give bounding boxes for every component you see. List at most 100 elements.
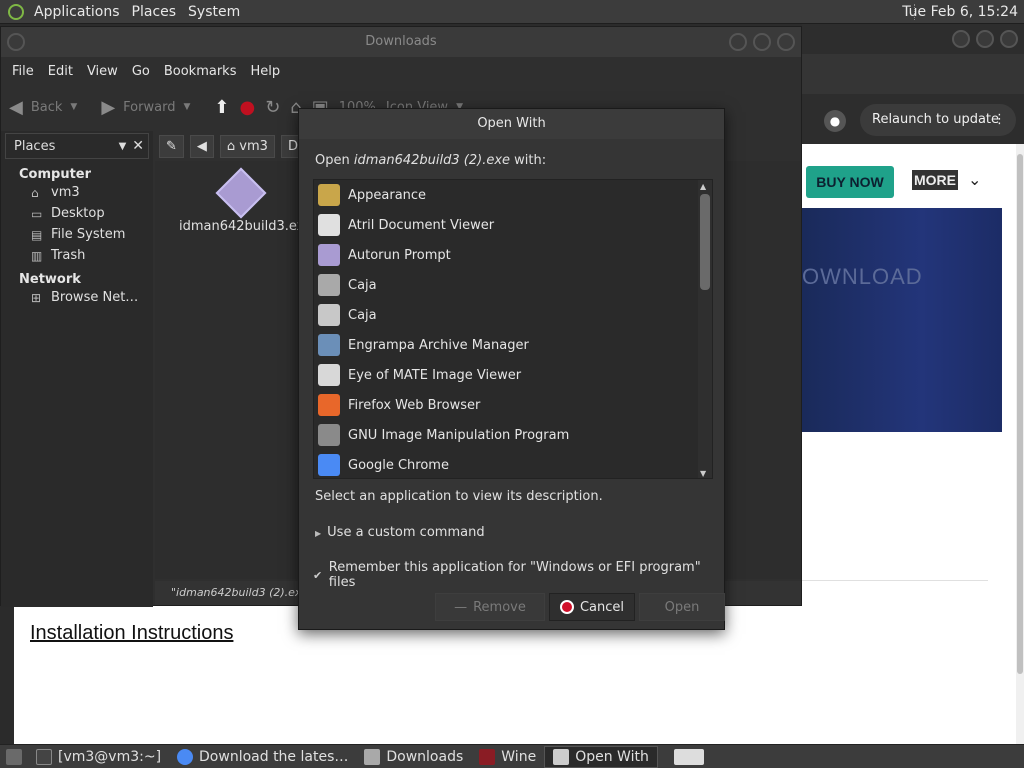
task-open-with[interactable]: Open With	[544, 745, 658, 768]
forward-button[interactable]: ▶ Forward ▼	[101, 97, 190, 118]
scrollbar-thumb[interactable]	[700, 194, 710, 290]
app-list-item[interactable]: Engrampa Archive Manager	[314, 330, 712, 360]
executable-file-icon	[215, 167, 267, 219]
maximize-button[interactable]	[976, 30, 994, 48]
path-bar: ✎ ◀ ⌂ vm3 Do	[159, 131, 313, 161]
desktop-folder-icon: ▭	[31, 206, 43, 221]
minimize-button[interactable]	[729, 33, 747, 51]
menu-bookmarks[interactable]: Bookmarks	[157, 64, 244, 79]
menu-places[interactable]: Places	[128, 4, 185, 20]
dialog-buttons: — Remove Cancel Open	[435, 593, 725, 621]
list-scrollbar[interactable]: ▲ ▼	[698, 180, 712, 478]
browser-window: ● Relaunch to update ⋮ BUY NOW MORE ⌄ OW…	[802, 24, 1024, 744]
minimize-button[interactable]	[952, 30, 970, 48]
profile-avatar-icon[interactable]: ●	[824, 110, 846, 132]
workspace-switcher[interactable]	[666, 746, 712, 768]
open-button[interactable]: Open	[639, 593, 725, 621]
app-name: Caja	[348, 307, 377, 323]
buy-now-button[interactable]: BUY NOW	[806, 166, 894, 198]
clock[interactable]: Tue Feb 6, 15:24	[902, 4, 1018, 20]
up-button[interactable]: ⬆	[214, 97, 229, 118]
dialog-icon	[553, 748, 570, 765]
window-menu-button[interactable]	[7, 33, 25, 51]
app-list-item[interactable]: Firefox Web Browser	[314, 390, 712, 420]
relaunch-button[interactable]: Relaunch to update ⋮	[860, 104, 1016, 136]
fm-menubar: File Edit View Go Bookmarks Help	[1, 57, 801, 85]
cancel-button[interactable]: Cancel	[549, 593, 635, 621]
trash-icon: ▥	[31, 248, 43, 263]
dialog-title[interactable]: Open With	[299, 109, 724, 139]
edit-location-button[interactable]: ✎	[159, 134, 184, 158]
archive-icon	[318, 334, 340, 356]
scroll-down-arrow-icon[interactable]: ▼	[700, 469, 706, 478]
file-cabinet-icon	[318, 304, 340, 326]
path-home-button[interactable]: ⌂ vm3	[219, 134, 275, 158]
path-left-arrow-icon[interactable]: ◀	[189, 134, 214, 158]
menu-applications[interactable]: Applications	[30, 4, 128, 20]
app-list-item[interactable]: Atril Document Viewer	[314, 210, 712, 240]
app-name: Eye of MATE Image Viewer	[348, 367, 522, 383]
reload-button[interactable]: ↻	[265, 97, 280, 118]
places-sidebar: Places ▼ ✕ Computer ⌂ vm3 ▭ Desktop ▤ File …	[1, 131, 153, 607]
network-icon: ⊞	[31, 290, 42, 305]
more-menu[interactable]: MORE	[912, 170, 958, 190]
application-list[interactable]: Appearance Atril Document Viewer Autorun P…	[313, 179, 713, 479]
close-sidebar-icon[interactable]: ✕	[132, 138, 144, 154]
task-terminal[interactable]: [vm3@vm3:~]	[28, 746, 169, 768]
menu-view[interactable]: View	[80, 64, 125, 79]
wine-icon	[479, 748, 496, 765]
app-list-item[interactable]: GNU Image Manipulation Program	[314, 420, 712, 450]
desktop-icon	[6, 748, 22, 765]
menu-go[interactable]: Go	[125, 64, 157, 79]
fm-titlebar[interactable]: Downloads	[1, 27, 801, 57]
chrome-icon	[318, 454, 340, 476]
app-list-item[interactable]: Eye of MATE Image Viewer	[314, 360, 712, 390]
sidebar-item-desktop[interactable]: ▭ Desktop	[1, 203, 153, 224]
maximize-button[interactable]	[753, 33, 771, 51]
back-button[interactable]: ◀ Back ▼	[9, 97, 77, 118]
kebab-menu-icon[interactable]: ⋮	[993, 104, 1006, 136]
custom-command-expander[interactable]: ▶ Use a custom command	[315, 525, 485, 540]
sidebar-item-vm3[interactable]: ⌂ vm3	[1, 182, 153, 203]
arrow-up-icon: ⬆	[214, 96, 230, 118]
stop-button[interactable]: ●	[239, 97, 255, 118]
app-list-item[interactable]: Google Chrome	[314, 450, 712, 478]
mate-logo-icon[interactable]	[8, 3, 24, 20]
close-button[interactable]	[777, 33, 795, 51]
open-with-dialog: Open With Open idman642build3 (2).exe wi…	[298, 108, 725, 630]
show-desktop-button[interactable]	[0, 746, 28, 768]
app-list-item[interactable]: Caja	[314, 270, 712, 300]
close-button[interactable]	[1000, 30, 1018, 48]
menu-edit[interactable]: Edit	[41, 64, 80, 79]
task-browser[interactable]: Download the lates…	[169, 746, 356, 768]
installation-instructions-link[interactable]: Installation Instructions	[30, 622, 233, 645]
autorun-icon	[318, 244, 340, 266]
reload-icon: ↻	[265, 96, 281, 118]
sidebar-item-browse-network[interactable]: ⊞ Browse Net…	[1, 287, 153, 308]
menu-file[interactable]: File	[5, 64, 41, 79]
app-name: Atril Document Viewer	[348, 217, 495, 233]
menu-help[interactable]: Help	[243, 64, 287, 79]
dropdown-arrow-icon[interactable]: ▼	[119, 141, 127, 152]
remove-button[interactable]: — Remove	[435, 593, 545, 621]
sidebar-selector[interactable]: Places ▼ ✕	[5, 133, 149, 159]
task-wine[interactable]: Wine	[471, 746, 544, 768]
scroll-up-arrow-icon[interactable]: ▲	[700, 182, 706, 191]
app-name: Appearance	[348, 187, 427, 203]
firefox-icon	[318, 394, 340, 416]
app-list-item[interactable]: Appearance	[314, 180, 712, 210]
chevron-down-icon[interactable]: ⌄	[968, 170, 981, 189]
app-name: GNU Image Manipulation Program	[348, 427, 570, 443]
home-folder-icon: ⌂	[31, 185, 39, 200]
places-label: Places	[14, 138, 56, 154]
sidebar-item-trash[interactable]: ▥ Trash	[1, 245, 153, 266]
app-list-item[interactable]: Caja	[314, 300, 712, 330]
menu-system[interactable]: System	[184, 4, 248, 20]
page-scrollbar[interactable]	[1016, 144, 1024, 744]
relaunch-label: Relaunch to update	[872, 112, 1000, 127]
task-downloads[interactable]: Downloads	[356, 746, 471, 768]
app-list-item[interactable]: Autorun Prompt	[314, 240, 712, 270]
file-item[interactable]: idman642build3.exe	[179, 167, 312, 234]
sidebar-item-filesystem[interactable]: ▤ File System	[1, 224, 153, 245]
remember-checkbox[interactable]: ✔ Remember this application for "Windows …	[313, 560, 724, 590]
